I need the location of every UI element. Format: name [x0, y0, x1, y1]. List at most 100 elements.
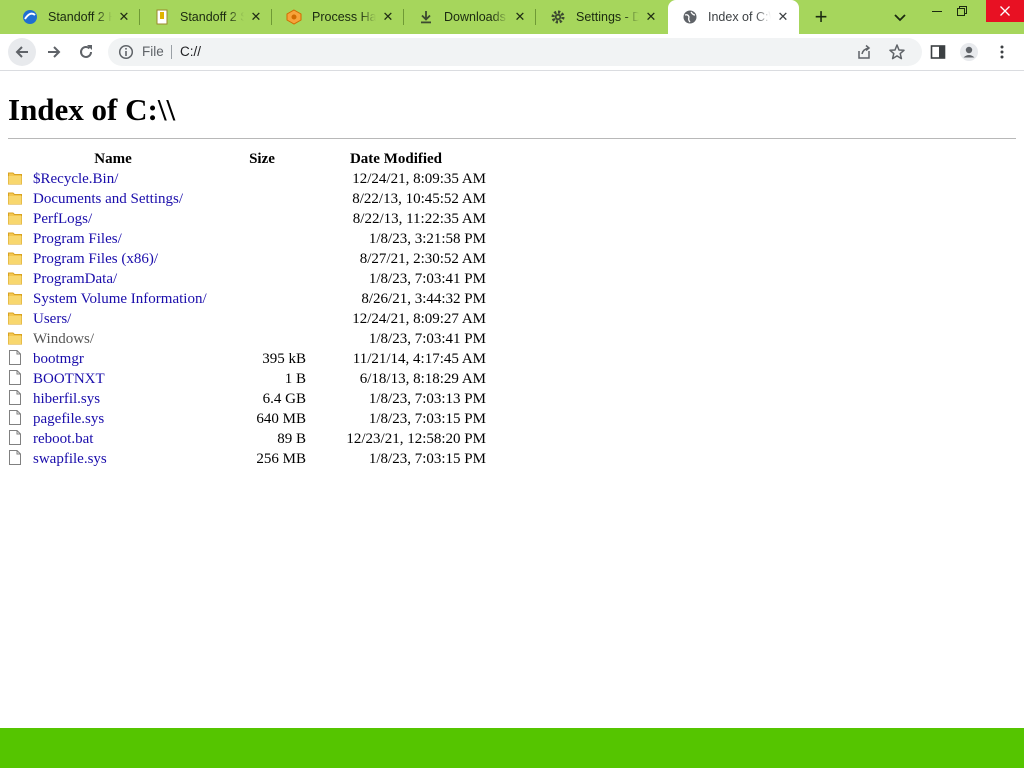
tab-standoff-script[interactable]: Standoff 2 Script ✕: [140, 0, 272, 34]
close-tab-icon[interactable]: ✕: [380, 9, 396, 25]
listing-cell-size: 256 MB: [256, 450, 306, 467]
listing-cell-name: Program Files/: [8, 229, 218, 249]
file-icon: [8, 450, 22, 465]
tab-index-of-c[interactable]: Index of C:\\ ✕: [668, 0, 799, 34]
folder-link[interactable]: $Recycle.Bin/: [33, 171, 118, 187]
tab-settings-downloads[interactable]: Settings - Downloads ✕: [536, 0, 667, 34]
side-panel-icon[interactable]: [928, 42, 948, 62]
forward-button[interactable]: [40, 38, 68, 66]
folder-link[interactable]: ProgramData/: [33, 271, 117, 287]
bookmark-star-icon[interactable]: [888, 43, 906, 61]
listing-cell-size: 89 B: [277, 430, 306, 447]
listing-row: Users/12/24/21, 8:09:27 AM: [8, 309, 486, 329]
listing-row: reboot.bat 89 B 12/23/21, 12:58:20 PM: [8, 429, 486, 449]
tab-title: Standoff 2 Hack: [48, 10, 112, 24]
listing-cell-date: 12/24/21, 8:09:35 AM: [352, 170, 486, 187]
tab-process-hacker[interactable]: Process Hacker ✕: [272, 0, 404, 34]
listing-cell-size: [218, 169, 306, 189]
listing-cell-size: [218, 189, 306, 209]
close-tab-icon[interactable]: ✕: [643, 9, 659, 25]
folder-link[interactable]: System Volume Information/: [33, 291, 207, 307]
forward-arrow-icon: [48, 46, 61, 58]
listing-cell-name: swapfile.sys: [8, 449, 218, 469]
tab-title: Process Hacker: [312, 10, 376, 24]
listing-cell-name: hiberfil.sys: [8, 389, 218, 409]
listing-cell-name: PerfLogs/: [8, 209, 218, 229]
page-content: Index of C:\\ Name Size Date Modified $R…: [0, 71, 1024, 728]
listing-cell-name: $Recycle.Bin/: [8, 169, 218, 189]
column-header-date[interactable]: Date Modified: [306, 149, 486, 169]
listing-row: $Recycle.Bin/12/24/21, 8:09:35 AM: [8, 169, 486, 189]
folder-link[interactable]: Program Files (x86)/: [33, 251, 158, 267]
new-tab-button[interactable]: +: [809, 5, 833, 29]
folder-link[interactable]: Windows/: [33, 331, 94, 347]
listing-cell-date: 1/8/23, 7:03:41 PM: [368, 330, 486, 347]
file-link[interactable]: swapfile.sys: [33, 451, 107, 467]
listing-cell-size: [218, 229, 306, 249]
back-arrow-icon: [15, 46, 28, 58]
process-hacker-icon: [286, 9, 302, 25]
column-header-name[interactable]: Name: [8, 149, 218, 169]
folder-link[interactable]: Documents and Settings/: [33, 191, 183, 207]
listing-cell-date: 1/8/23, 7:03:41 PM: [368, 270, 486, 287]
folder-icon: [8, 310, 22, 325]
standoff-icon: [22, 9, 38, 25]
download-icon: [418, 9, 434, 25]
taskbar: [0, 728, 1024, 768]
listing-cell-date: 1/8/23, 7:03:15 PM: [368, 450, 486, 467]
close-tab-icon[interactable]: ✕: [775, 9, 791, 25]
listing-cell-name: BOOTNXT: [8, 369, 218, 389]
folder-link[interactable]: PerfLogs/: [33, 211, 92, 227]
listing-cell-date: 12/23/21, 12:58:20 PM: [346, 430, 486, 447]
share-icon[interactable]: [856, 44, 872, 60]
listing-cell-name: Windows/: [8, 329, 218, 349]
reload-icon: [80, 45, 92, 58]
folder-icon: [8, 290, 22, 305]
listing-row: Program Files (x86)/ 8/27/21, 2:30:52 AM: [8, 249, 486, 269]
tab-downloads[interactable]: Downloads ✕: [404, 0, 536, 34]
listing-cell-name: pagefile.sys: [8, 409, 218, 429]
restore-icon[interactable]: [945, 0, 979, 22]
file-link[interactable]: bootmgr: [33, 351, 84, 367]
reload-button[interactable]: [72, 38, 100, 66]
listing-cell-date: 6/18/13, 8:18:29 AM: [359, 370, 486, 387]
back-button[interactable]: [8, 38, 36, 66]
close-window-icon[interactable]: [986, 0, 1024, 22]
address-separator: [171, 45, 172, 59]
listing-cell-size: 640 MB: [256, 410, 306, 427]
listing-cell-name: Program Files (x86)/: [8, 249, 218, 269]
listing-cell-date: 8/22/13, 11:22:35 AM: [352, 210, 486, 227]
title-divider: [8, 138, 1016, 139]
url-text[interactable]: C://: [180, 44, 201, 59]
listing-row: hiberfil.sys 6.4 GB 1/8/23, 7:03:13 PM: [8, 389, 486, 409]
listing-cell-name: reboot.bat: [8, 429, 218, 449]
profile-avatar-icon[interactable]: [959, 42, 979, 62]
tab-standoff-hack[interactable]: Standoff 2 Hack ✕: [8, 0, 140, 34]
site-info-icon[interactable]: [118, 44, 134, 60]
file-link[interactable]: hiberfil.sys: [33, 391, 100, 407]
listing-row: bootmgr 395 kB 11/21/14, 4:17:45 AM: [8, 349, 486, 369]
tab-title: Settings - Downloads: [576, 10, 639, 24]
folder-link[interactable]: Program Files/: [33, 231, 122, 247]
listing-cell-size: 395 kB: [262, 350, 306, 367]
close-tab-icon[interactable]: ✕: [512, 9, 528, 25]
menu-kebab-icon[interactable]: [992, 42, 1012, 62]
listing-cell-name: Users/: [8, 309, 218, 329]
listing-cell-size: [218, 209, 306, 229]
tab-search-chevron-icon[interactable]: [890, 7, 910, 27]
address-bar[interactable]: File C://: [108, 38, 922, 66]
close-tab-icon[interactable]: ✕: [248, 9, 264, 25]
file-link[interactable]: reboot.bat: [33, 431, 93, 447]
file-icon: [8, 390, 22, 405]
file-link[interactable]: BOOTNXT: [33, 371, 105, 387]
listing-row: System Volume Information/8/26/21, 3:44:…: [8, 289, 486, 309]
folder-icon: [8, 190, 22, 205]
folder-link[interactable]: Users/: [33, 311, 71, 327]
listing-body: $Recycle.Bin/12/24/21, 8:09:35 AM Documen…: [8, 169, 486, 469]
file-link[interactable]: pagefile.sys: [33, 411, 104, 427]
file-icon: [8, 370, 22, 385]
file-icon: [8, 350, 22, 365]
column-header-size[interactable]: Size: [218, 149, 306, 169]
listing-cell-size: [218, 249, 306, 269]
close-tab-icon[interactable]: ✕: [116, 9, 132, 25]
